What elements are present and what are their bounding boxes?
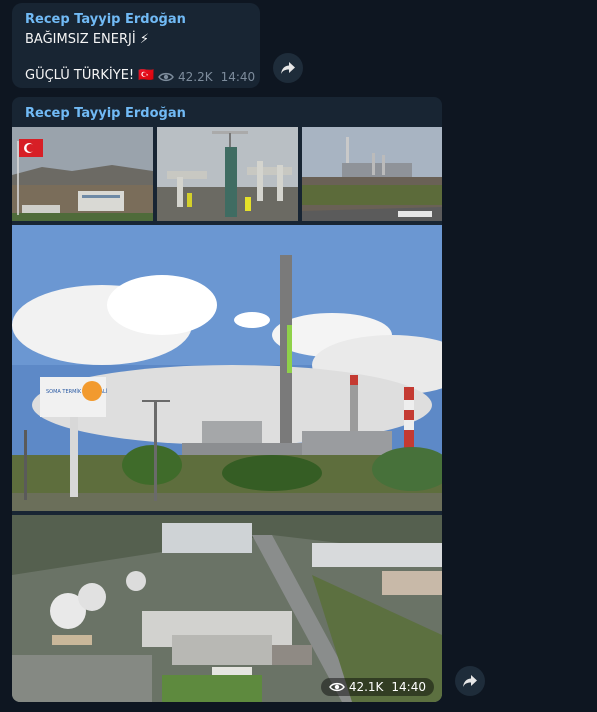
- message-text-line-2: GÜÇLÜ TÜRKİYE! 🇹🇷: [25, 68, 155, 83]
- message-author[interactable]: Recep Tayyip Erdoğan: [25, 106, 186, 121]
- photo-facility-with-flag[interactable]: [12, 127, 153, 221]
- message-time: 14:40: [220, 70, 256, 84]
- photo-soma-thermal-power-plant[interactable]: SOMA TERMİK SANTRALİ: [12, 225, 442, 511]
- photo-aerial-industrial-site[interactable]: 42.1K 14:40: [12, 515, 442, 702]
- eye-icon: [328, 682, 345, 692]
- photo-power-plant-landscape[interactable]: [302, 127, 442, 221]
- share-arrow-icon: [281, 62, 295, 74]
- forward-button[interactable]: [273, 53, 303, 83]
- text-message-bubble: Recep Tayyip Erdoğan BAĞIMSIZ ENERJİ ⚡ G…: [12, 3, 260, 88]
- message-author[interactable]: Recep Tayyip Erdoğan: [25, 12, 186, 27]
- share-arrow-icon: [463, 675, 477, 687]
- message-text-line-1: BAĞIMSIZ ENERJİ ⚡: [25, 32, 149, 47]
- eye-icon: [158, 72, 174, 82]
- photo-album-message-bubble: Recep Tayyip Erdoğan SOMA TERMİK SANTRAL…: [12, 97, 442, 702]
- view-count: 42.2K: [178, 70, 213, 84]
- photo-gas-pipes-facility[interactable]: [157, 127, 298, 221]
- message-meta: 42.2K 14:40: [158, 70, 255, 84]
- message-time: 14:40: [391, 680, 426, 694]
- view-count: 42.1K: [348, 680, 384, 694]
- album-meta-overlay: 42.1K 14:40: [320, 678, 434, 696]
- forward-button[interactable]: [455, 666, 485, 696]
